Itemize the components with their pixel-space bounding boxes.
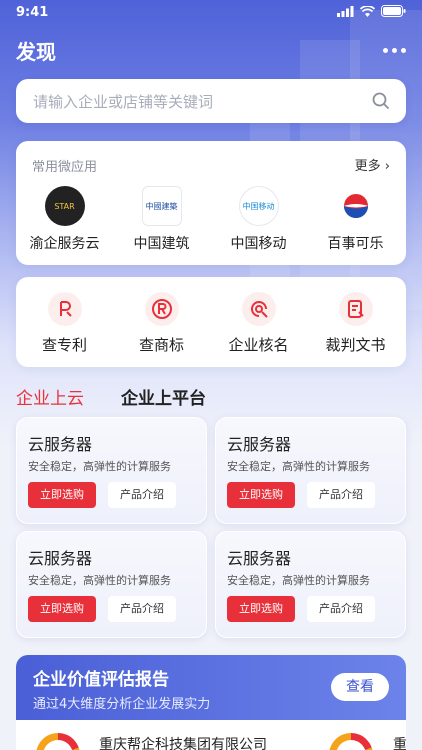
tools-card: 查专利 查商标 企业核名 裁判文书 bbox=[16, 277, 406, 367]
wifi-icon bbox=[360, 5, 375, 17]
tab-enterprise-platform[interactable]: 企业上平台 bbox=[121, 384, 206, 409]
product-desc: 安全稳定，高弹性的计算服务 bbox=[28, 574, 171, 587]
app-item-china-mobile[interactable]: 中国移动 中国移动 bbox=[210, 186, 307, 253]
buy-button[interactable]: 立即选购 bbox=[227, 482, 295, 508]
intro-button[interactable]: 产品介绍 bbox=[108, 596, 176, 622]
buy-button[interactable]: 立即选购 bbox=[227, 596, 295, 622]
tool-name: 裁判文书 bbox=[325, 336, 386, 354]
signal-icon bbox=[337, 5, 354, 17]
trademark-icon bbox=[144, 292, 179, 326]
report-header: 企业价值评估报告 通过4大维度分析企业发展实力 查看 bbox=[16, 655, 406, 720]
product-desc: 安全稳定，高弹性的计算服务 bbox=[28, 460, 171, 473]
china-mobile-logo-text: 中国移动 bbox=[242, 201, 275, 211]
battery-icon bbox=[381, 5, 406, 17]
star-logo-icon: STAR bbox=[44, 186, 85, 226]
intro-button[interactable]: 产品介绍 bbox=[307, 482, 375, 508]
patent-icon bbox=[47, 292, 82, 326]
product-title: 云服务器 bbox=[227, 435, 292, 454]
pepsi-logo-icon bbox=[335, 186, 376, 226]
intro-button[interactable]: 产品介绍 bbox=[307, 596, 375, 622]
app-name: 中国建筑 bbox=[133, 236, 190, 252]
page-header: 发现 bbox=[0, 30, 422, 70]
chevron-right-icon: › bbox=[384, 159, 390, 174]
tool-name: 查商标 bbox=[138, 336, 184, 354]
product-title: 云服务器 bbox=[227, 549, 292, 568]
score-gauge-icon bbox=[329, 733, 373, 750]
product-desc: 安全稳定，高弹性的计算服务 bbox=[227, 574, 370, 587]
judgment-document-icon bbox=[338, 292, 373, 326]
report-title: 企业价值评估报告 bbox=[33, 670, 169, 690]
app-item-cscec[interactable]: 中國建築 中国建筑 bbox=[113, 186, 210, 253]
view-report-button[interactable]: 查看 bbox=[331, 673, 389, 701]
china-mobile-logo-icon: 中国移动 bbox=[238, 186, 279, 226]
app-item-yuqi[interactable]: STAR 渝企服务云 bbox=[16, 186, 113, 253]
product-desc: 安全稳定，高弹性的计算服务 bbox=[227, 460, 370, 473]
product-card[interactable]: 云服务器 安全稳定，高弹性的计算服务 立即选购 产品介绍 bbox=[215, 417, 406, 524]
company-name-check-icon bbox=[241, 292, 276, 326]
product-card[interactable]: 云服务器 安全稳定，高弹性的计算服务 立即选购 产品介绍 bbox=[215, 531, 406, 638]
report-subtitle: 通过4大维度分析企业发展实力 bbox=[33, 697, 211, 712]
company-name-partial[interactable]: 重 bbox=[393, 734, 406, 750]
micro-apps-card: 常用微应用 更多 › STAR 渝企服务云 中國建築 中国建筑 中国移动 中国移… bbox=[16, 141, 406, 265]
tool-name: 查专利 bbox=[41, 336, 87, 354]
micro-apps-label: 常用微应用 bbox=[32, 160, 98, 175]
search-icon[interactable] bbox=[372, 92, 390, 110]
cscec-logo-text: 中國建築 bbox=[145, 201, 178, 211]
valuation-report-card: 企业价值评估报告 通过4大维度分析企业发展实力 查看 重庆帮企科技集团有限公司 … bbox=[16, 655, 406, 750]
product-title: 云服务器 bbox=[28, 435, 93, 454]
micro-apps-more-link[interactable]: 更多 › bbox=[355, 155, 390, 174]
status-bar: 9:41 bbox=[0, 0, 422, 26]
app-name: 渝企服务云 bbox=[29, 236, 100, 252]
intro-button[interactable]: 产品介绍 bbox=[108, 482, 176, 508]
status-time: 9:41 bbox=[16, 5, 49, 20]
app-name: 中国移动 bbox=[230, 236, 287, 252]
app-name: 百事可乐 bbox=[327, 236, 384, 252]
page-title: 发现 bbox=[16, 40, 56, 64]
product-title: 云服务器 bbox=[28, 549, 93, 568]
tool-judgment[interactable]: 裁判文书 bbox=[307, 292, 404, 355]
buy-button[interactable]: 立即选购 bbox=[28, 596, 96, 622]
more-menu-icon[interactable] bbox=[383, 48, 406, 53]
tool-name: 企业核名 bbox=[228, 336, 289, 354]
cscec-logo-icon: 中國建築 bbox=[141, 186, 182, 226]
search-bar[interactable]: 请输入企业或店铺等关键词 bbox=[16, 79, 406, 123]
product-card[interactable]: 云服务器 安全稳定，高弹性的计算服务 立即选购 产品介绍 bbox=[16, 531, 207, 638]
tool-trademark[interactable]: 查商标 bbox=[113, 292, 210, 355]
company-name[interactable]: 重庆帮企科技集团有限公司 bbox=[99, 734, 267, 750]
search-input[interactable]: 请输入企业或店铺等关键词 bbox=[33, 91, 213, 112]
tool-company-name[interactable]: 企业核名 bbox=[210, 292, 307, 355]
report-body: 重庆帮企科技集团有限公司 重 bbox=[16, 720, 406, 750]
more-label: 更多 bbox=[354, 159, 381, 174]
app-item-pepsi[interactable]: 百事可乐 bbox=[307, 186, 404, 253]
tab-enterprise-cloud[interactable]: 企业上云 bbox=[16, 384, 84, 409]
score-gauge-icon bbox=[36, 733, 80, 750]
buy-button[interactable]: 立即选购 bbox=[28, 482, 96, 508]
pepsi-globe-icon bbox=[343, 194, 368, 218]
star-logo-text: STAR bbox=[54, 201, 75, 211]
tool-patent[interactable]: 查专利 bbox=[16, 292, 113, 355]
product-card[interactable]: 云服务器 安全稳定，高弹性的计算服务 立即选购 产品介绍 bbox=[16, 417, 207, 524]
